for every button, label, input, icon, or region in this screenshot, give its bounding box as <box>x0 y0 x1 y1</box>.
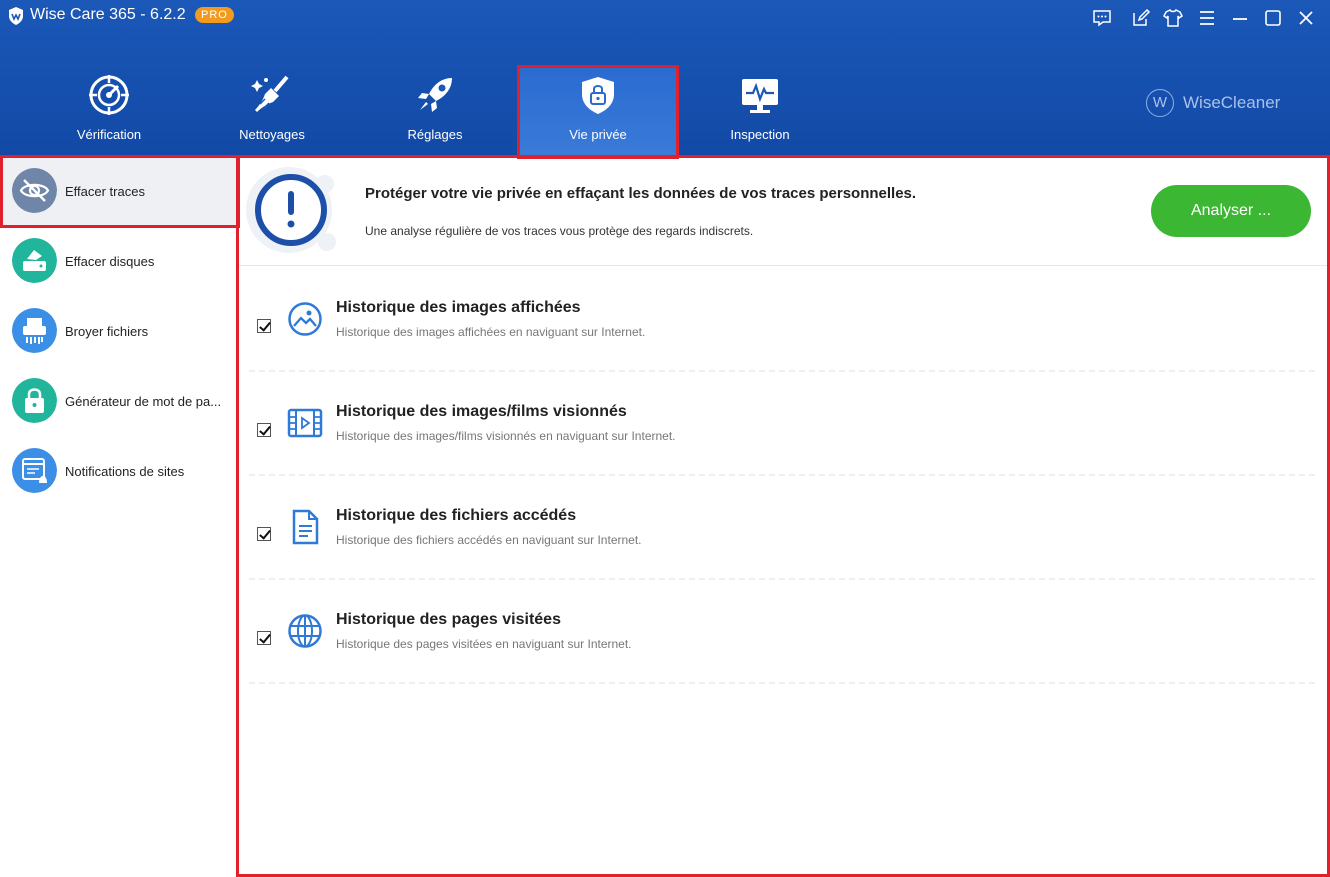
sidebar-item-effacer-traces[interactable]: Effacer traces <box>0 156 236 226</box>
shredder-icon <box>12 308 57 353</box>
tab-vie-privee[interactable]: Vie privée <box>517 66 679 156</box>
item-description: Historique des pages visitées en navigua… <box>336 637 632 651</box>
sidebar-item-notifications-sites[interactable]: Notifications de sites <box>0 436 236 506</box>
sidebar-item-broyer-fichiers[interactable]: Broyer fichiers <box>0 296 236 366</box>
title-bar: Wise Care 365 - 6.2.2 PRO <box>0 0 1330 34</box>
tab-label: Nettoyages <box>239 127 305 142</box>
image-history-icon <box>288 302 322 336</box>
item-title: Historique des images affichées <box>336 299 581 316</box>
maximize-icon[interactable] <box>1263 8 1283 28</box>
item-checkbox[interactable] <box>257 527 271 541</box>
menu-icon[interactable] <box>1197 8 1217 28</box>
divider <box>249 578 1315 580</box>
sidebar: Effacer traces Effacer disques Broyer fi… <box>0 156 238 877</box>
tab-label: Inspection <box>730 127 790 142</box>
monitor-pulse-icon <box>742 79 778 113</box>
list-item: Historique des images/films visionnés Hi… <box>249 403 1315 507</box>
tab-label: Réglages <box>407 127 463 142</box>
tab-nettoyages[interactable]: Nettoyages <box>191 66 353 156</box>
pro-badge: PRO <box>195 7 234 23</box>
privacy-banner: Protéger votre vie privée en effaçant le… <box>239 156 1330 266</box>
main-panel: Protéger votre vie privée en effaçant le… <box>239 156 1330 877</box>
tab-reglages[interactable]: Réglages <box>354 66 516 156</box>
sidebar-item-generateur-mot-de-passe[interactable]: Générateur de mot de pa... <box>0 366 236 436</box>
shield-lock-icon <box>582 77 614 114</box>
tab-verification[interactable]: Vérification <box>28 66 190 156</box>
tab-label: Vie privée <box>569 127 627 142</box>
header: Wise Care 365 - 6.2.2 PRO Vérification N… <box>0 0 1330 156</box>
alert-illustration-icon <box>246 167 336 253</box>
app-window: Wise Care 365 - 6.2.2 PRO Vérification N… <box>0 0 1330 877</box>
item-checkbox[interactable] <box>257 423 271 437</box>
film-icon <box>287 408 323 438</box>
item-description: Historique des images affichées en navig… <box>336 325 646 339</box>
list-item: Historique des pages visitées Historique… <box>249 611 1315 715</box>
sidebar-item-label: Effacer traces <box>65 184 145 199</box>
edit-icon[interactable] <box>1131 8 1151 28</box>
sidebar-item-label: Effacer disques <box>65 254 155 269</box>
skin-shirt-icon[interactable] <box>1163 8 1183 28</box>
app-title: Wise Care 365 - 6.2.2 <box>30 6 186 23</box>
feedback-icon[interactable] <box>1092 8 1112 28</box>
list-item: Historique des fichiers accédés Historiq… <box>249 507 1315 611</box>
sidebar-item-label: Notifications de sites <box>65 464 185 479</box>
item-title: Historique des images/films visionnés <box>336 403 627 420</box>
broom-icon <box>251 75 289 112</box>
item-checkbox[interactable] <box>257 631 271 645</box>
sidebar-item-effacer-disques[interactable]: Effacer disques <box>0 226 236 296</box>
divider <box>249 682 1315 684</box>
app-logo-icon <box>9 7 23 25</box>
sidebar-item-label: Générateur de mot de pa... <box>65 394 222 409</box>
sidebar-item-label: Broyer fichiers <box>65 324 149 339</box>
radar-icon <box>89 75 129 115</box>
globe-icon <box>288 614 322 648</box>
item-description: Historique des images/films visionnés en… <box>336 429 676 443</box>
rocket-icon <box>418 78 452 112</box>
item-title: Historique des fichiers accédés <box>336 507 577 524</box>
document-icon <box>292 509 319 545</box>
item-checkbox[interactable] <box>257 319 271 333</box>
close-icon[interactable] <box>1296 8 1316 28</box>
tab-inspection[interactable]: Inspection <box>679 66 841 156</box>
banner-title: Protéger votre vie privée en effaçant le… <box>365 185 917 202</box>
tab-label: Vérification <box>76 127 142 142</box>
disk-erase-icon <box>12 238 57 283</box>
wisecleaner-logo: W <box>1146 89 1174 117</box>
divider <box>249 370 1315 372</box>
brand-name: WiseCleaner <box>1183 93 1281 112</box>
minimize-icon[interactable] <box>1230 8 1250 28</box>
eye-slash-icon <box>12 168 57 213</box>
banner-subtitle: Une analyse régulière de vos traces vous… <box>365 224 754 238</box>
item-title: Historique des pages visitées <box>336 611 561 628</box>
divider <box>249 474 1315 476</box>
analyze-button[interactable]: Analyser ... <box>1151 185 1311 237</box>
password-lock-icon <box>12 378 57 423</box>
list-item: Historique des images affichées Historiq… <box>249 299 1315 403</box>
site-notification-icon <box>12 448 57 493</box>
item-description: Historique des fichiers accédés en navig… <box>336 533 642 547</box>
